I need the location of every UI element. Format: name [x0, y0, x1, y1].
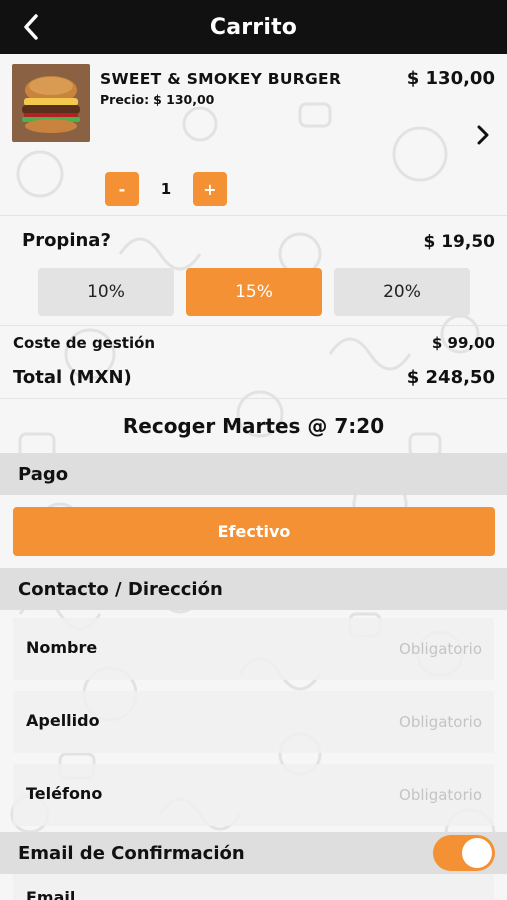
last-name-input[interactable]: [252, 707, 482, 737]
first-name-field: Nombre: [13, 618, 494, 680]
email-confirmation-label: Email de Confirmación: [18, 842, 245, 864]
management-fee-label: Coste de gestión: [13, 334, 156, 352]
total-value: $ 248,50: [406, 367, 495, 388]
contact-form: Nombre Apellido Teléfono: [0, 610, 507, 832]
last-name-field: Apellido: [13, 691, 494, 753]
phone-label: Teléfono: [26, 784, 103, 803]
quantity-increase-button[interactable]: +: [193, 172, 227, 206]
phone-field: Teléfono: [13, 764, 494, 826]
back-button[interactable]: [22, 12, 56, 42]
email-field[interactable]: Email: [13, 874, 494, 900]
payment-section-header: Pago: [0, 453, 507, 495]
first-name-label: Nombre: [26, 638, 98, 657]
first-name-input[interactable]: [252, 634, 482, 664]
management-fee-row: Coste de gestión $ 99,00: [0, 326, 507, 359]
burger-image: [12, 64, 90, 142]
pickup-time: Recoger Martes @ 7:20: [122, 414, 385, 438]
tip-option-15[interactable]: 15%: [186, 268, 322, 316]
tip-amount: $ 19,50: [423, 232, 495, 252]
quantity-value: 1: [160, 180, 172, 198]
email-label: Email: [26, 888, 76, 900]
tip-option-20[interactable]: 20%: [334, 268, 470, 316]
item-detail-button[interactable]: [475, 124, 491, 146]
item-total: $ 130,00: [406, 68, 495, 89]
payment-method-button[interactable]: Efectivo: [13, 507, 495, 556]
app-header: Carrito: [0, 0, 507, 54]
page-title: Carrito: [209, 14, 298, 40]
phone-input[interactable]: [252, 780, 482, 810]
email-confirmation-header: Email de Confirmación: [0, 832, 507, 874]
last-name-label: Apellido: [26, 711, 100, 730]
toggle-knob: [462, 838, 492, 868]
total-row: Total (MXN) $ 248,50: [0, 359, 507, 399]
tip-section: Propina? $ 19,50 10% 15% 20%: [0, 216, 507, 326]
chevron-right-icon: [477, 125, 489, 145]
chevron-left-icon: [24, 14, 38, 40]
quantity-decrease-button[interactable]: -: [105, 172, 139, 206]
item-unit-price: Precio: $ 130,00: [100, 92, 215, 107]
tip-label: Propina?: [22, 230, 111, 251]
tip-option-10[interactable]: 10%: [38, 268, 174, 316]
cart-item[interactable]: SWEET & SMOKEY BURGER Precio: $ 130,00 $ …: [0, 54, 507, 216]
contact-section-header: Contacto / Dirección: [0, 568, 507, 610]
total-label: Total (MXN): [13, 367, 132, 388]
email-field-area: Email: [0, 874, 507, 900]
item-name: SWEET & SMOKEY BURGER: [100, 70, 342, 88]
email-confirmation-toggle[interactable]: [433, 835, 495, 871]
payment-area: Efectivo: [0, 495, 507, 568]
management-fee-value: $ 99,00: [431, 334, 495, 352]
